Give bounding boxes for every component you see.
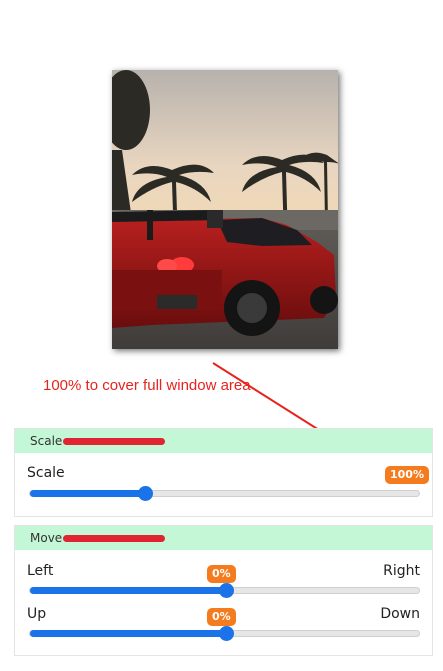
up-label: Up	[27, 606, 47, 622]
vertical-move-slider[interactable]	[29, 626, 420, 641]
scale-panel: Scale Scale 100%	[14, 428, 433, 517]
scale-panel-header: Scale	[15, 429, 432, 453]
scale-value-badge: 100%	[385, 466, 429, 484]
annotation-text: 100% to cover full window area	[43, 377, 251, 394]
move-panel-title: Move	[30, 531, 63, 545]
down-label: Down	[380, 606, 420, 622]
horizontal-move-slider[interactable]	[29, 583, 420, 598]
horizontal-slider-fill	[30, 587, 226, 594]
scale-slider[interactable]	[29, 486, 420, 501]
car-photo	[112, 70, 338, 349]
redaction-mark	[63, 438, 165, 445]
move-panel: Move Left 0% Right Up 0% Down	[14, 525, 433, 656]
redaction-mark	[63, 535, 165, 542]
horizontal-value-badge: 0%	[207, 565, 236, 583]
image-preview	[112, 70, 338, 349]
move-panel-header: Move	[15, 526, 432, 550]
right-label: Right	[383, 563, 420, 579]
horizontal-slider-thumb[interactable]	[219, 583, 234, 598]
scale-slider-fill	[30, 490, 145, 497]
left-label: Left	[27, 563, 54, 579]
vertical-slider-thumb[interactable]	[219, 626, 234, 641]
vertical-value-badge: 0%	[207, 608, 236, 626]
scale-slider-thumb[interactable]	[138, 486, 153, 501]
vertical-slider-fill	[30, 630, 226, 637]
scale-panel-title: Scale	[30, 434, 63, 448]
scale-label: Scale	[27, 465, 65, 481]
